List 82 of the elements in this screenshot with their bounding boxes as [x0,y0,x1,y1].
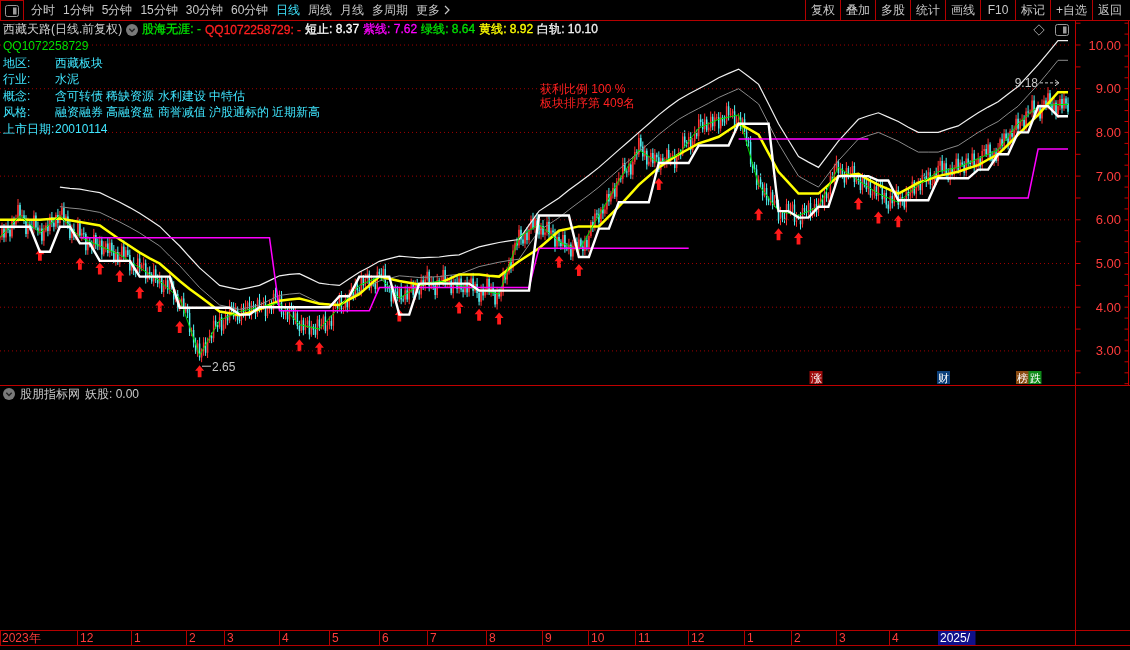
info-value: 融资融券 高融资盘 商誉减值 沪股通标的 近期新高 [55,104,321,121]
period-tab[interactable]: 多周期 [368,0,413,20]
dashed-arrow-icon [1039,79,1060,87]
toolbar-button[interactable]: 多股 [875,0,910,20]
date-tick-label: 3 [227,631,234,645]
toolbar-button[interactable]: 复权 [805,0,840,20]
indicator-title: 股朋指标网 [20,385,80,403]
price-tick-label: 9.00 [1095,81,1121,97]
panel-icon[interactable] [1055,23,1069,36]
date-tick-label: 12 [80,631,94,645]
date-tick-label: 11 [638,631,651,645]
chevron-circle-icon[interactable] [126,23,139,36]
info-value: 西藏板块 [55,54,103,72]
toolbar-button[interactable]: F10 [980,0,1015,20]
indicator-value: 妖股: 0.00 [85,385,140,403]
legend-value: 紫线: 7.62 [363,21,418,38]
date-tick-label: 7 [430,631,437,645]
toolbar-button[interactable]: 返回 [1092,0,1130,20]
date-tick-label: 8 [489,631,496,645]
price-tick-label: 7.00 [1095,168,1121,184]
legend-value: 股海无涯: - [142,21,201,38]
date-tick-label: 10 [591,631,605,645]
period-tab[interactable]: 月线 [336,0,369,20]
info-id: QQ1072258729 [3,38,90,55]
date-tick-label: 2 [794,631,801,645]
toolbar-button[interactable]: +自选 [1050,0,1092,20]
price-tick-label: 3.00 [1095,343,1121,359]
price-tick-label: 8.00 [1095,124,1121,140]
date-tick-label: 9 [545,631,552,645]
toolbar-button[interactable]: 画线 [945,0,980,20]
low-price-label: 2.65 [212,359,236,374]
toolbar-button[interactable]: 叠加 [840,0,875,20]
price-tick-label: 10.00 [1088,37,1121,53]
date-tick-label: 1 [134,631,141,645]
legend-value: 短止: 8.37 [305,21,360,38]
period-tab[interactable]: 分时 [27,0,59,20]
chart-note: 获利比例 100 % [540,82,627,96]
legend-value: 白轨: 10.10 [537,21,598,38]
info-label: 概念: [3,87,32,105]
period-tab[interactable]: 60分钟 [227,0,273,20]
info-label: 上市日期: [3,120,55,138]
cursor-date-label: 2025/ [938,631,976,645]
info-value: 20010114 [55,120,108,138]
toolbar-button[interactable]: 统计 [910,0,945,20]
period-tab[interactable]: 周线 [304,0,337,20]
chevron-circle-icon[interactable] [3,388,15,400]
period-tab[interactable]: 更多 [412,0,455,20]
date-tick-label: 4 [892,631,899,645]
date-tick-label: 3 [839,631,846,645]
panel-icon [5,4,19,17]
period-tab[interactable]: 15分钟 [136,0,182,20]
period-tab[interactable]: 1分钟 [59,0,98,20]
date-tick-label: 6 [382,631,389,645]
stock-title: 西藏天路(日线.前复权) [3,21,123,38]
date-tick-label: 4 [282,631,289,645]
toolbar-button[interactable]: 标记 [1015,0,1050,20]
date-tick-label: 12 [691,631,705,645]
date-tick-label: 2023年 [2,631,41,645]
date-tick-label: 5 [332,631,339,645]
panel-toggle-button[interactable] [0,0,24,20]
price-tick-label: 4.00 [1095,299,1121,315]
event-tag: 财 [937,371,950,384]
info-value: 含可转债 稀缺资源 水利建设 中特估 [55,87,245,105]
info-label: 风格: [3,104,32,121]
period-tab[interactable]: 5分钟 [97,0,137,20]
info-value: 水泥 [55,71,79,88]
diamond-icon[interactable] [1033,23,1045,36]
info-label: 行业: [3,71,32,88]
period-tab[interactable]: 日线 [272,0,305,20]
price-tick-label: 6.00 [1095,212,1121,228]
info-label: 地区: [3,54,32,72]
chart-note: 板块排序第 409名 [540,96,636,110]
legend-value: QQ1072258729: - [205,22,302,37]
legend-value: 绿线: 8.64 [421,21,476,38]
date-tick-label: 1 [747,631,754,645]
chevron-right-icon [444,5,451,15]
date-tick-label: 2 [189,631,196,645]
event-tag: 涨 [809,371,823,384]
price-tick-label: 5.00 [1095,256,1121,271]
event-tag: 榜 [1016,371,1029,384]
legend-value: 黄线: 8.92 [479,21,534,38]
period-tab[interactable]: 30分钟 [181,0,228,20]
